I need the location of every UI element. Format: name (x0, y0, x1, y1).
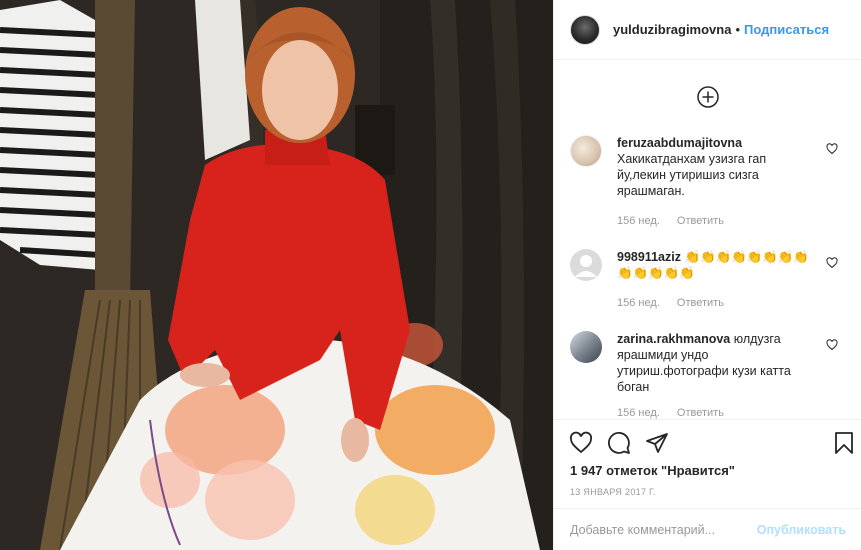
comment-age[interactable]: 156 нед. (617, 215, 660, 227)
comments-list[interactable]: feruzaabdumajitovna Хакикатданхам узизга… (554, 61, 861, 419)
heart-icon[interactable] (826, 339, 838, 351)
comment-body: 998911aziz 👏👏👏👏👏👏👏👏👏👏👏👏👏 (617, 249, 817, 281)
heart-icon[interactable] (826, 257, 838, 269)
post-side-panel: yulduzibragimovna • Подписаться feruzaab… (553, 0, 861, 550)
add-comment-bar: Добавьте комментарий... Опубликовать (554, 508, 861, 550)
follow-button[interactable]: Подписаться (744, 22, 829, 37)
plus-circle-icon[interactable] (696, 85, 720, 109)
author-username[interactable]: yulduzibragimovna (613, 22, 731, 37)
comment-meta: 156 нед. Ответить (617, 215, 738, 227)
heart-icon[interactable] (569, 431, 593, 455)
comment-meta: 156 нед. Ответить (617, 297, 738, 309)
post-comment-button[interactable]: Опубликовать (757, 523, 846, 537)
paper-plane-icon[interactable] (645, 431, 669, 455)
comment-age[interactable]: 156 нед. (617, 407, 660, 419)
commenter-avatar[interactable] (570, 135, 602, 167)
reply-button[interactable]: Ответить (677, 215, 724, 227)
likes-count[interactable]: 1 947 отметок "Нравится" (570, 463, 735, 478)
comment-age[interactable]: 156 нед. (617, 297, 660, 309)
reply-button[interactable]: Ответить (677, 407, 724, 419)
comment-input[interactable]: Добавьте комментарий... (570, 523, 757, 537)
comment-meta: 156 нед. Ответить (617, 407, 738, 419)
commenter-avatar[interactable] (570, 249, 602, 281)
comment-username[interactable]: 998911aziz (617, 250, 681, 264)
speech-bubble-icon[interactable] (607, 431, 631, 455)
heart-icon[interactable] (826, 143, 838, 155)
comment-text: Хакикатданхам узизга гап йу,лекин утириш… (617, 152, 767, 198)
post-date: 13 ЯНВАРЯ 2017 Г. (570, 487, 656, 497)
post-actions: 1 947 отметок "Нравится" 13 ЯНВАРЯ 2017 … (554, 419, 861, 550)
default-avatar-icon (575, 255, 597, 277)
reply-button[interactable]: Ответить (677, 297, 724, 309)
comment-body: zarina.rakhmanova юлдузга ярашмиди ундо … (617, 331, 817, 395)
author-avatar[interactable] (570, 14, 600, 45)
post-photo-illustration (0, 0, 553, 550)
comment-body: feruzaabdumajitovna Хакикатданхам узизга… (617, 135, 817, 199)
post-header: yulduzibragimovna • Подписаться (554, 0, 861, 60)
post-photo[interactable] (0, 0, 553, 550)
comment-username[interactable]: zarina.rakhmanova (617, 332, 730, 346)
comment-username[interactable]: feruzaabdumajitovna (617, 135, 817, 151)
header-separator: • (735, 22, 741, 37)
commenter-avatar[interactable] (570, 331, 602, 363)
bookmark-icon[interactable] (834, 431, 854, 455)
